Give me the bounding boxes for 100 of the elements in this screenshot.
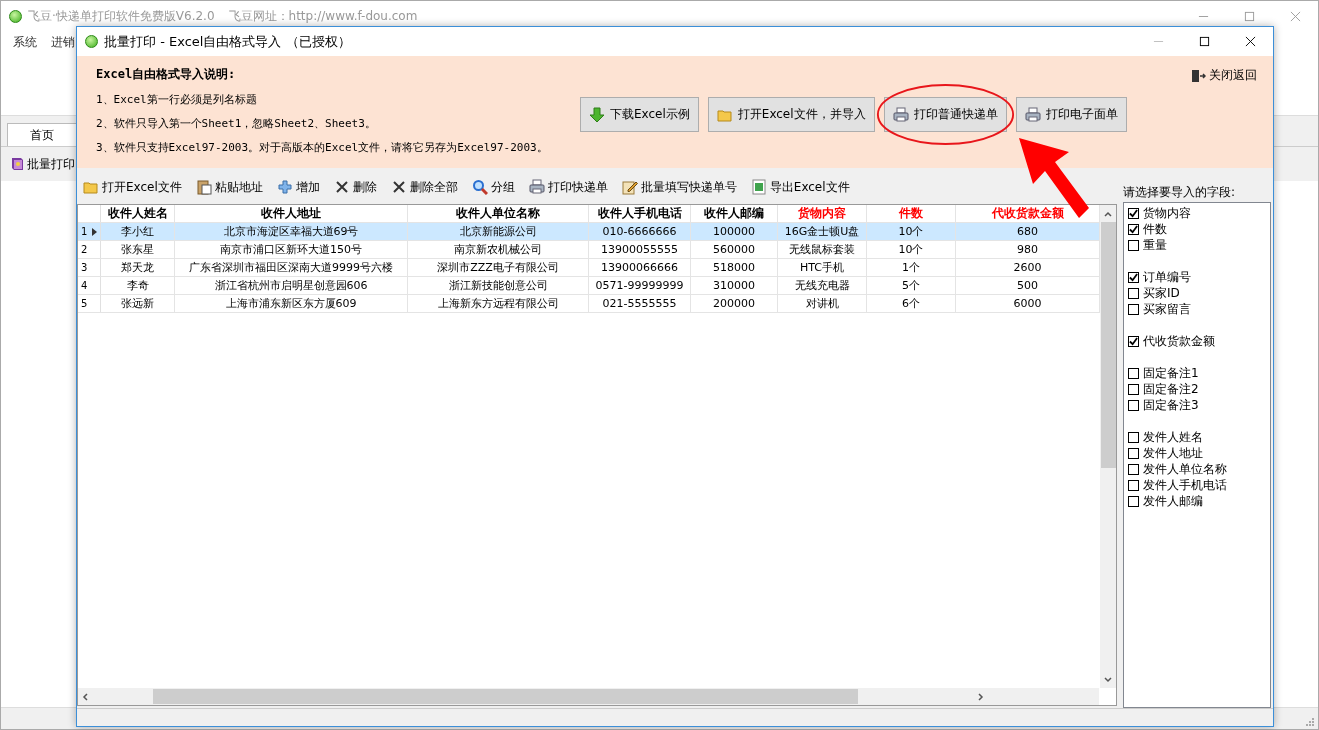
table-cell: 13900055555 [589, 241, 691, 258]
action-button[interactable]: 打印普通快递单 [883, 97, 1007, 132]
menu-item[interactable]: 系统 [13, 33, 37, 51]
menu-item[interactable]: 进销 [51, 33, 75, 51]
x-icon [333, 179, 350, 195]
fields-label: 请选择要导入的字段: [1123, 184, 1237, 198]
toolbar-button[interactable]: 增加 [276, 178, 320, 196]
toolbar-button[interactable]: 粘贴地址 [195, 178, 263, 196]
table-cell: 6个 [867, 295, 956, 312]
close-icon[interactable] [1244, 36, 1256, 47]
folder-icon [83, 179, 99, 195]
field-checkbox[interactable]: 发件人地址 [1128, 445, 1266, 461]
table-row[interactable]: 3 郑天龙 广东省深圳市福田区深南大道9999号六楼 深圳市ZZZ电子有限公司 13900066666 518000 HTC手机 1个 2600 [78, 259, 1100, 277]
table-cell: 无线充电器 [778, 277, 867, 294]
table-cell: 16G金士顿U盘 [778, 223, 867, 240]
tab[interactable]: 首页 [7, 123, 77, 146]
toolbar-button[interactable]: 分组 [471, 178, 515, 196]
toolbar-button[interactable]: 打开Excel文件 [83, 178, 182, 196]
toolbar-button[interactable]: 导出Excel文件 [750, 178, 850, 196]
table-cell: 518000 [691, 259, 778, 276]
row-number: 5 [78, 295, 101, 312]
field-checkbox[interactable]: 件数 [1128, 221, 1266, 237]
table-row[interactable]: 2 张东星 南京市浦口区新环大道150号 南京新农机械公司 13900055555 560000 无线鼠标套装 10个 980 [78, 241, 1100, 259]
table-cell: 浙江新技能创意公司 [408, 277, 589, 294]
toolbar-button[interactable]: 删除 [333, 178, 377, 196]
scroll-down-icon[interactable] [1103, 675, 1113, 685]
table-cell: 上海市浦东新区东方厦609 [175, 295, 408, 312]
table-cell: 200000 [691, 295, 778, 312]
plus-icon [276, 179, 293, 195]
row-pointer-icon [92, 228, 97, 236]
field-checkbox[interactable]: 货物内容 [1128, 205, 1266, 221]
dialog-title: 批量打印 - Excel自由格式导入 （已授权） [104, 32, 351, 51]
column-header[interactable]: 收件人地址 [175, 205, 408, 222]
table-cell: HTC手机 [778, 259, 867, 276]
field-checkbox[interactable]: 固定备注3 [1128, 397, 1266, 413]
printer-icon [892, 106, 909, 123]
exit-icon [1190, 67, 1206, 84]
action-button[interactable]: 打开Excel文件，并导入 [707, 97, 875, 132]
field-checkbox[interactable]: 发件人邮编 [1128, 493, 1266, 509]
app-logo-icon [85, 35, 98, 48]
table-cell: 1个 [867, 259, 956, 276]
table-cell: 021-5555555 [589, 295, 691, 312]
table-cell: 310000 [691, 277, 778, 294]
field-checkbox[interactable]: 固定备注1 [1128, 365, 1266, 381]
app-logo-icon [9, 9, 22, 23]
table-cell: 广东省深圳市福田区深南大道9999号六楼 [175, 259, 408, 276]
table-cell: 无线鼠标套装 [778, 241, 867, 258]
row-number: 1 [78, 223, 101, 240]
instruction-line: 2、软件只导入第一个Sheet1，忽略Sheet2、Sheet3。 [96, 116, 377, 132]
action-button[interactable]: 下载Excel示例 [580, 97, 699, 132]
table-cell: 上海新东方远程有限公司 [408, 295, 589, 312]
row-number: 3 [78, 259, 101, 276]
table-cell: 北京新能源公司 [408, 223, 589, 240]
scrollbar-thumb[interactable] [1100, 222, 1116, 468]
table-cell: 南京新农机械公司 [408, 241, 589, 258]
column-header[interactable]: 货物内容 [778, 205, 867, 222]
scroll-up-icon[interactable] [1103, 209, 1113, 219]
nav-item[interactable]: 批量打印 [27, 156, 75, 172]
field-checkbox[interactable]: 买家留言 [1128, 301, 1266, 317]
close-return-link[interactable]: 关闭返回 [1190, 67, 1257, 84]
instruction-line: 3、软件只支持Excel97-2003。对于高版本的Excel文件，请将它另存为Excel97-2003。 [96, 140, 549, 156]
clipboard-icon [195, 179, 212, 195]
field-checkbox[interactable]: 发件人手机电话 [1128, 477, 1266, 493]
toolbar-button[interactable]: 打印快递单 [528, 178, 608, 196]
table-cell: 李奇 [101, 277, 175, 294]
table-cell: 张东星 [101, 241, 175, 258]
x-icon [390, 179, 407, 195]
table-cell: 10个 [867, 241, 956, 258]
field-checkbox[interactable]: 发件人单位名称 [1128, 461, 1266, 477]
field-checkbox[interactable]: 重量 [1128, 237, 1266, 253]
toolbar-button[interactable]: 批量填写快递单号 [621, 178, 737, 196]
action-button[interactable]: 打印电子面单 [1015, 97, 1127, 132]
column-header[interactable]: 收件人邮编 [691, 205, 778, 222]
table-cell: 南京市浦口区新环大道150号 [175, 241, 408, 258]
instruction-line: 1、Excel第一行必须是列名标题 [96, 92, 258, 108]
toolbar-button[interactable]: 删除全部 [390, 178, 458, 196]
column-header[interactable]: 收件人姓名 [101, 205, 175, 222]
field-checkbox[interactable]: 发件人姓名 [1128, 429, 1266, 445]
maximize-icon[interactable] [1198, 36, 1210, 47]
table-row[interactable]: 4 李奇 浙江省杭州市启明星创意园606 浙江新技能创意公司 0571-99999999 310000 无线充电器 5个 500 [78, 277, 1100, 295]
table-row[interactable]: 1 李小红 北京市海淀区幸福大道69号 北京新能源公司 010-6666666 100000 16G金士顿U盘 10个 680 [78, 223, 1100, 241]
column-header[interactable]: 收件人单位名称 [408, 205, 589, 222]
table-cell: 010-6666666 [589, 223, 691, 240]
table-cell: 0571-99999999 [589, 277, 691, 294]
field-checkbox[interactable]: 代收货款金额 [1128, 333, 1266, 349]
scrollbar-thumb[interactable] [153, 689, 858, 704]
table-row[interactable]: 5 张远新 上海市浦东新区东方厦609 上海新东方远程有限公司 021-5555555 200000 对讲机 6个 6000 [78, 295, 1100, 313]
table-cell: 张远新 [101, 295, 175, 312]
table-cell: 深圳市ZZZ电子有限公司 [408, 259, 589, 276]
field-checkbox[interactable]: 订单编号 [1128, 269, 1266, 285]
scroll-left-icon[interactable] [81, 691, 91, 702]
table-cell: 北京市海淀区幸福大道69号 [175, 223, 408, 240]
table-cell: 对讲机 [778, 295, 867, 312]
field-checkbox[interactable]: 买家ID [1128, 285, 1266, 301]
column-header[interactable]: 件数 [867, 205, 956, 222]
field-checkbox[interactable]: 固定备注2 [1128, 381, 1266, 397]
column-header[interactable]: 收件人手机电话 [589, 205, 691, 222]
row-number: 2 [78, 241, 101, 258]
row-number: 4 [78, 277, 101, 294]
spreadsheet-icon [750, 179, 767, 195]
